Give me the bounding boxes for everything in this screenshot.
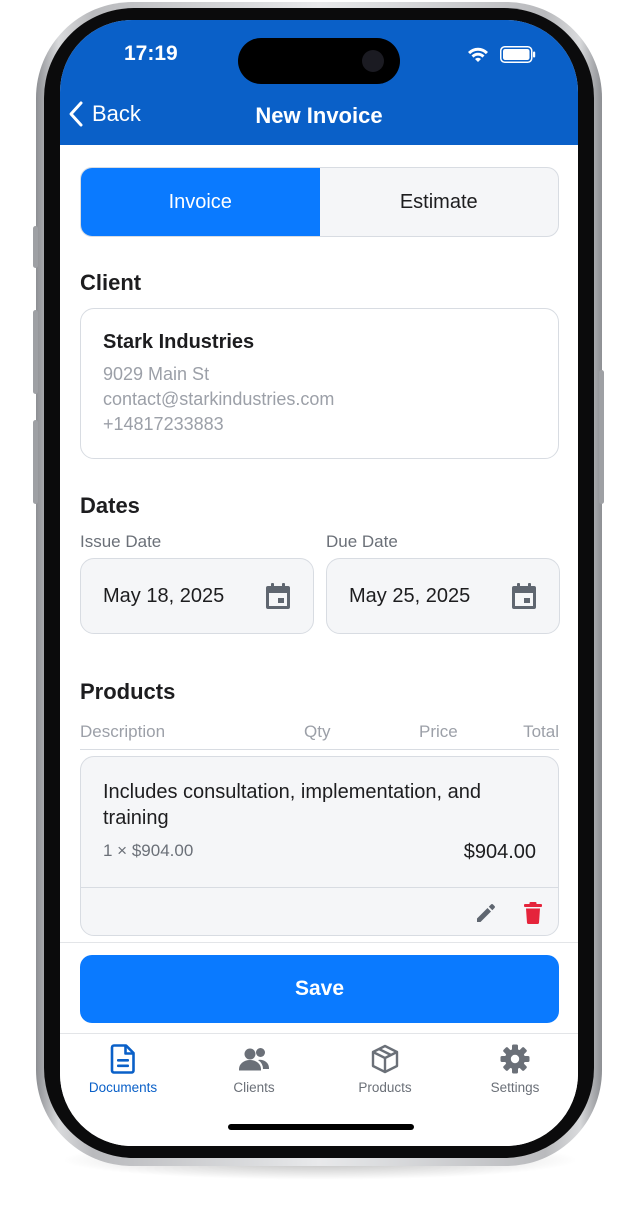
tab-products[interactable]: Products [320, 1044, 450, 1095]
products-section-title: Products [80, 679, 176, 704]
trash-icon[interactable] [523, 901, 543, 925]
client-card[interactable]: Stark Industries 9029 Main St contact@st… [80, 308, 559, 459]
client-email: contact@starkindustries.com [103, 389, 335, 409]
issue-date-label: Issue Date [80, 532, 162, 551]
col-qty: Qty [304, 722, 331, 741]
tab-documents-label: Documents [88, 1080, 158, 1095]
due-date-value: May 25, 2025 [349, 584, 471, 607]
tab-clients-label: Clients [233, 1080, 275, 1095]
client-phone: +14817233883 [103, 414, 224, 434]
product-row[interactable]: Includes consultation, implementation, a… [80, 756, 559, 936]
col-price: Price [419, 722, 458, 741]
home-indicator [228, 1124, 414, 1130]
tab-settings[interactable]: Settings [450, 1044, 578, 1095]
gear-icon [500, 1044, 530, 1074]
power-button [599, 370, 604, 504]
status-time: 17:19 [124, 42, 178, 65]
app-screen: 17:19 Back New Invoice Invoice Estimate … [60, 20, 578, 1146]
col-description: Description [80, 722, 166, 741]
document-icon [110, 1044, 135, 1074]
tab-settings-label: Settings [490, 1080, 540, 1095]
box-icon [371, 1044, 399, 1074]
tab-products-label: Products [358, 1080, 412, 1095]
wifi-icon [468, 47, 488, 62]
client-section-title: Client [80, 270, 142, 295]
volume-up-button [33, 310, 38, 394]
app-header: 17:19 Back New Invoice [60, 20, 578, 145]
tab-estimate[interactable]: Estimate [320, 168, 559, 236]
battery-icon [500, 46, 536, 63]
page-title: New Invoice [255, 103, 383, 128]
client-name: Stark Industries [103, 331, 255, 353]
due-date-label: Due Date [326, 532, 398, 551]
volume-down-button [33, 420, 38, 504]
edit-icon[interactable] [475, 902, 497, 924]
client-address: 9029 Main St [103, 364, 210, 384]
dynamic-island [238, 38, 400, 84]
tab-invoice[interactable]: Invoice [81, 168, 320, 236]
issue-date-field[interactable]: May 18, 2025 [80, 558, 314, 634]
product-total: $904.00 [463, 841, 536, 863]
tab-clients[interactable]: Clients [189, 1044, 319, 1095]
document-type-segment: Invoice Estimate [80, 167, 559, 237]
col-total: Total [523, 722, 559, 741]
calendar-icon [266, 583, 290, 609]
products-table-header: Description Qty Price Total [80, 722, 559, 750]
product-qty-price: 1 × $904.00 [103, 841, 194, 860]
tab-documents[interactable]: Documents [60, 1044, 188, 1095]
issue-date-value: May 18, 2025 [103, 584, 225, 607]
action-button [33, 226, 38, 268]
due-date-field[interactable]: May 25, 2025 [326, 558, 560, 634]
calendar-icon [512, 583, 536, 609]
save-button[interactable]: Save [80, 955, 559, 1023]
camera-icon [362, 50, 384, 72]
product-actions [81, 887, 558, 935]
product-description: Includes consultation, implementation, a… [103, 781, 482, 829]
dates-section-title: Dates [80, 493, 140, 518]
footer-divider [60, 942, 578, 943]
users-icon [239, 1048, 270, 1071]
